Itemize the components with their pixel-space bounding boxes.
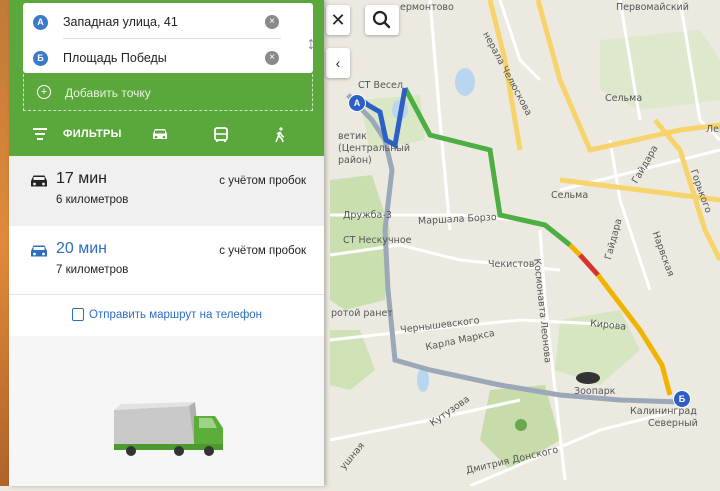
map-label: Сельма xyxy=(551,190,589,201)
filter-icon xyxy=(33,128,47,143)
map-label: СТ Нескучное xyxy=(343,235,412,246)
route-traffic-note: с учётом пробок xyxy=(219,175,306,187)
route-distance: 6 километров xyxy=(56,194,129,206)
lake xyxy=(455,68,475,96)
map-label: Первомайский xyxy=(616,2,689,13)
point-b-input[interactable]: Площадь Победы xyxy=(63,51,167,65)
divider xyxy=(63,38,281,39)
map-label: Чекистов xyxy=(488,259,535,270)
point-a-badge: А xyxy=(33,15,48,30)
collapse-panel-button[interactable]: ‹ xyxy=(326,48,350,78)
add-point-label: Добавить точку xyxy=(65,86,151,100)
point-b-row[interactable]: Б Площадь Победы × xyxy=(23,41,313,75)
truck-illustration xyxy=(9,336,324,486)
car-icon xyxy=(153,129,167,139)
plus-icon: + xyxy=(37,85,51,99)
search-icon xyxy=(372,10,391,29)
pedestrian-icon xyxy=(275,127,285,143)
route-time: 20 мин xyxy=(56,240,108,257)
point-a-input[interactable]: Западная улица, 41 xyxy=(63,15,178,29)
map-label: Калининград xyxy=(630,406,697,417)
map-label: ермонтово xyxy=(400,2,454,13)
route-traffic-note: с учётом пробок xyxy=(219,245,306,257)
route-header: А Западная улица, 41 × Б Площадь Победы … xyxy=(9,0,324,159)
map-label: Лен xyxy=(706,124,720,135)
send-to-phone-icon xyxy=(72,308,84,321)
map-label: ветик (Центральный район) xyxy=(338,131,411,166)
map-label: Зоопарк xyxy=(574,386,616,397)
park-icon xyxy=(515,419,527,431)
tab-transit[interactable] xyxy=(191,114,251,156)
car-icon xyxy=(31,245,47,257)
route-time: 17 мин xyxy=(56,170,108,187)
close-button[interactable]: ✕ xyxy=(326,5,350,35)
send-route-link[interactable]: Отправить маршрут на телефон xyxy=(9,296,324,334)
truck-icon xyxy=(114,402,223,456)
route-inputs: А Западная улица, 41 × Б Площадь Победы … xyxy=(23,3,316,75)
map-label: Сельма xyxy=(605,93,643,104)
route-distance: 7 километров xyxy=(56,264,129,276)
map-label: Северный xyxy=(648,418,698,429)
route-panel: А Западная улица, 41 × Б Площадь Победы … xyxy=(9,0,324,486)
zoo-icon xyxy=(576,372,600,384)
clear-point-b-icon[interactable]: × xyxy=(265,51,279,65)
clear-point-a-icon[interactable]: × xyxy=(265,15,279,29)
route-option-1[interactable]: 17 мин 6 километров с учётом пробок xyxy=(9,156,324,226)
add-point-button[interactable]: + Добавить точку xyxy=(23,74,313,111)
map-label: ротой ранет xyxy=(331,308,393,319)
bus-icon xyxy=(214,127,228,142)
car-icon xyxy=(31,175,47,187)
swap-points-icon[interactable]: ↕ xyxy=(304,29,318,57)
divider xyxy=(9,294,324,295)
search-button[interactable] xyxy=(365,5,399,35)
map-label: СТ Весел xyxy=(358,80,403,91)
send-route-label: Отправить маршрут на телефон xyxy=(89,309,263,321)
tab-car[interactable] xyxy=(129,114,189,159)
route-option-2[interactable]: 20 мин 7 километров с учётом пробок xyxy=(9,226,324,294)
filters-label: ФИЛЬТРЫ xyxy=(63,128,122,140)
start-marker[interactable]: А xyxy=(348,94,366,112)
tab-walk[interactable] xyxy=(251,114,311,156)
transport-tabs: ФИЛЬТРЫ xyxy=(9,114,324,159)
map-label: Дружба-3 xyxy=(343,210,392,221)
point-a-row[interactable]: А Западная улица, 41 × xyxy=(23,5,313,39)
point-b-badge: Б xyxy=(33,51,48,66)
background-edge xyxy=(0,0,9,486)
